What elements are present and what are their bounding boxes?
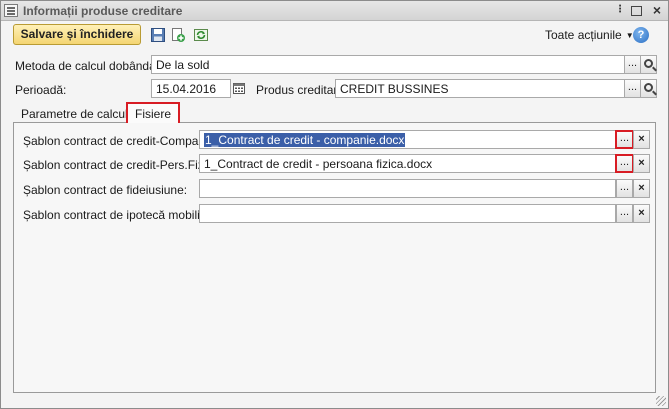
calendar-icon[interactable] <box>232 81 246 95</box>
interest-method-search-button[interactable] <box>640 55 657 74</box>
save-and-close-button[interactable]: Salvare și închidere <box>13 24 141 45</box>
file-pledge-browse-button[interactable]: ... <box>616 204 633 223</box>
period-label: Perioadă: <box>15 83 67 97</box>
file-label-individual: Șablon contract de credit-Pers.Fizice: <box>23 158 223 172</box>
credit-product-browse-button[interactable]: ... <box>624 79 641 98</box>
more-icon[interactable]: ⋮ <box>613 4 627 17</box>
credit-product-search-button[interactable] <box>640 79 657 98</box>
refresh-icon[interactable] <box>193 27 209 43</box>
tab-calculation-parameters[interactable]: Parametre de calcul <box>15 106 134 123</box>
window-title: Informații produse creditare <box>23 4 183 18</box>
search-icon <box>644 59 653 68</box>
file-field-individual[interactable]: 1_Contract de credit - persoana fizica.d… <box>199 154 616 173</box>
file-pledge-clear-button[interactable]: × <box>633 204 650 223</box>
window-icon <box>4 4 18 17</box>
all-actions-label: Toate acțiunile <box>545 28 622 42</box>
interest-method-label: Metoda de calcul dobânda: <box>15 59 160 73</box>
close-icon[interactable]: × <box>650 3 664 17</box>
tab-files[interactable]: Fisiere <box>126 102 181 125</box>
credit-product-field[interactable]: CREDIT BUSSINES <box>335 79 625 98</box>
file-label-pledge: Șablon contract de ipotecă mobiliară: <box>23 208 221 222</box>
interest-method-browse-button[interactable]: ... <box>624 55 641 74</box>
search-icon <box>644 83 653 92</box>
file-field-company[interactable]: 1_Contract de credit - companie.docx <box>199 130 616 149</box>
all-actions-menu[interactable]: Toate acțiunile ▼ <box>545 28 634 42</box>
title-bar: Informații produse creditare ⋮ × <box>1 1 668 21</box>
interest-method-field[interactable]: De la sold <box>151 55 625 74</box>
dialog-window: Informații produse creditare ⋮ × Salvare… <box>0 0 669 409</box>
file-field-pledge[interactable] <box>199 204 616 223</box>
file-guarantee-browse-button[interactable]: ... <box>616 179 633 198</box>
period-date-field[interactable]: 15.04.2016 <box>151 79 231 98</box>
file-individual-browse-button[interactable]: ... <box>615 154 634 173</box>
file-value-company: 1_Contract de credit - companie.docx <box>204 133 406 147</box>
file-guarantee-clear-button[interactable]: × <box>633 179 650 198</box>
file-individual-clear-button[interactable]: × <box>633 154 650 173</box>
file-field-guarantee[interactable] <box>199 179 616 198</box>
file-company-browse-button[interactable]: ... <box>615 130 634 149</box>
save-copy-icon[interactable] <box>170 27 186 43</box>
help-button[interactable]: ? <box>633 27 649 43</box>
credit-product-label: Produs creditar: <box>256 83 341 97</box>
file-label-guarantee: Șablon contract de fideiusiune: <box>23 183 188 197</box>
maximize-icon[interactable] <box>631 6 642 16</box>
file-label-company: Șablon contract de credit-Companie: <box>23 134 218 148</box>
resize-grip[interactable] <box>656 396 666 406</box>
file-company-clear-button[interactable]: × <box>633 130 650 149</box>
floppy-disk-icon[interactable] <box>150 27 166 43</box>
